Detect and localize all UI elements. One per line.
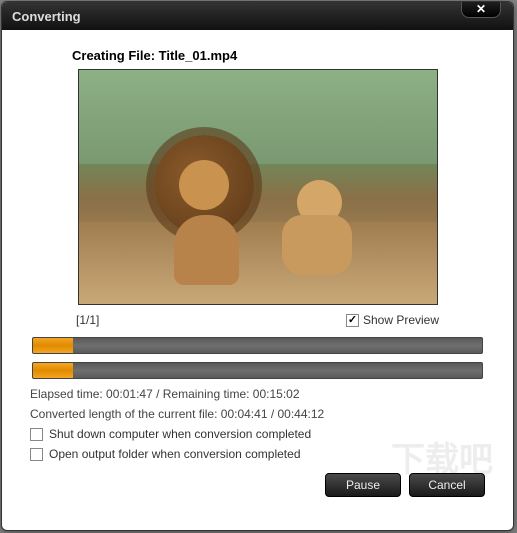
show-preview-label: Show Preview (363, 313, 439, 327)
overall-progress-fill (33, 338, 73, 353)
elapsed-remaining-time: Elapsed time: 00:01:47 / Remaining time:… (30, 387, 485, 401)
file-counter: [1/1] (76, 313, 99, 327)
close-button[interactable]: ✕ (461, 1, 501, 18)
shutdown-checkbox[interactable] (30, 428, 43, 441)
preview-figure-lion-adult (149, 125, 269, 275)
open-folder-checkbox[interactable] (30, 448, 43, 461)
show-preview-checkbox[interactable] (346, 314, 359, 327)
pause-button[interactable]: Pause (325, 473, 401, 497)
content-area: Creating File: Title_01.mp4 [1/1] Show P… (2, 30, 513, 511)
titlebar: Converting ✕ (2, 2, 513, 30)
converted-length: Converted length of the current file: 00… (30, 407, 485, 421)
video-preview (78, 69, 438, 305)
window-title: Converting (12, 9, 81, 24)
converting-dialog: Converting ✕ Creating File: Title_01.mp4… (1, 1, 514, 531)
overall-progress-bar (32, 337, 483, 354)
shutdown-label: Shut down computer when conversion compl… (49, 427, 311, 441)
cancel-button[interactable]: Cancel (409, 473, 485, 497)
creating-file-label: Creating File: Title_01.mp4 (72, 48, 485, 63)
file-progress-bar (32, 362, 483, 379)
close-icon: ✕ (476, 2, 486, 16)
open-folder-label: Open output folder when conversion compl… (49, 447, 301, 461)
preview-figure-lion-cub (277, 180, 367, 280)
file-progress-fill (33, 363, 73, 378)
